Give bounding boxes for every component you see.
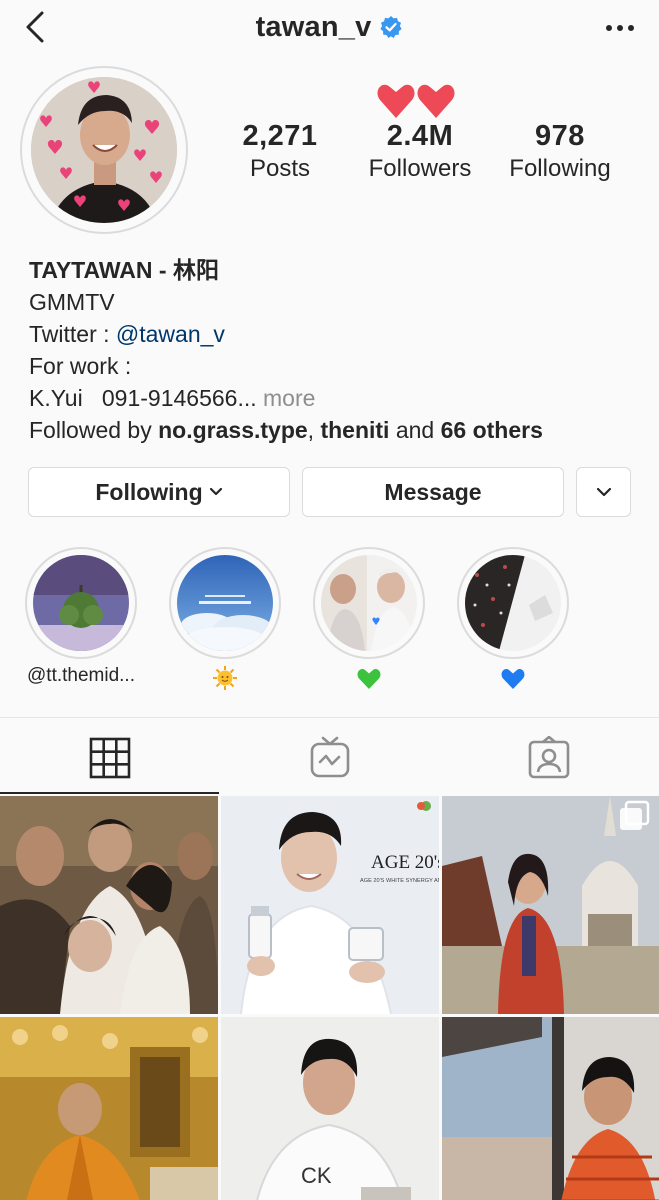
highlight-cover xyxy=(321,555,417,651)
svg-text:AGE 20's: AGE 20's xyxy=(371,852,439,873)
story-highlight[interactable] xyxy=(169,547,281,690)
green-heart-emoji xyxy=(357,669,381,689)
following-stat[interactable]: 978 Following xyxy=(490,120,630,183)
following-label: Following xyxy=(509,155,611,182)
post-thumbnail[interactable] xyxy=(442,1017,659,1200)
story-highlight[interactable] xyxy=(313,547,425,689)
tabs-divider xyxy=(0,717,659,718)
message-button-label: Message xyxy=(384,478,482,505)
igtv-icon[interactable] xyxy=(308,736,352,780)
verified-badge-icon xyxy=(380,16,403,39)
bio-line-4-text: K.Yui 091-9146566... xyxy=(29,385,257,411)
highlight-label: @tt.themid... xyxy=(27,665,135,686)
twitter-mention-link[interactable]: @tawan_v xyxy=(116,321,225,347)
bio-line-1: GMMTV xyxy=(29,289,115,315)
tagged-icon[interactable] xyxy=(527,736,571,780)
post-shirt-text: CK xyxy=(301,1163,332,1188)
sun-face-emoji xyxy=(213,666,237,690)
blue-heart-emoji xyxy=(501,669,525,689)
bio-more-link[interactable]: more xyxy=(257,385,315,411)
highlight-ring xyxy=(313,547,425,659)
post-thumbnail[interactable] xyxy=(0,796,218,1014)
post-thumbnail[interactable] xyxy=(0,1017,218,1200)
followers-label: Followers xyxy=(368,155,472,182)
followed-user-2[interactable]: theniti xyxy=(320,417,389,443)
suggested-accounts-button[interactable] xyxy=(576,467,631,517)
highlight-ring xyxy=(25,547,137,659)
highlight-ring xyxy=(169,547,281,659)
followers-count: 2.4M xyxy=(386,120,454,152)
posts-count: 2,271 xyxy=(242,120,318,152)
hearts-sticker-icon xyxy=(377,84,455,118)
following-button[interactable]: Following xyxy=(28,467,290,517)
bio-line-3: For work : xyxy=(29,353,132,379)
followed-by-line[interactable]: Followed by no.grass.type, theniti and 6… xyxy=(29,414,649,446)
avatar[interactable] xyxy=(31,77,177,223)
highlight-label xyxy=(149,665,301,697)
story-highlight[interactable]: @tt.themid... xyxy=(25,547,137,686)
highlight-label xyxy=(437,665,589,697)
posts-label: Posts xyxy=(249,155,311,182)
username-text: tawan_v xyxy=(255,10,372,43)
post-thumbnail[interactable]: CK xyxy=(221,1017,439,1200)
followed-user-1[interactable]: no.grass.type xyxy=(158,417,308,443)
followed-prefix: Followed by xyxy=(29,417,159,443)
highlight-cover xyxy=(33,555,129,651)
avatar-photo xyxy=(31,77,177,223)
twitter-prefix: Twitter : xyxy=(29,321,116,347)
story-highlight[interactable] xyxy=(457,547,569,689)
highlight-label xyxy=(293,665,445,697)
message-button[interactable]: Message xyxy=(302,467,564,517)
profile-bio: TAYTAWAN - 林阳 GMMTV Twitter : @tawan_v F… xyxy=(29,254,649,446)
post-thumbnail[interactable]: AGE 20's AGE 20'S WHITE SYNERGY AMPOULE xyxy=(221,796,439,1014)
followed-sep: , xyxy=(307,417,321,443)
profile-username: tawan_v xyxy=(0,10,659,44)
chevron-down-icon xyxy=(209,487,222,496)
followed-and: and xyxy=(389,417,441,443)
ellipsis-icon[interactable] xyxy=(603,16,637,40)
display-name: TAYTAWAN - 林阳 xyxy=(29,257,219,283)
post-thumbnail[interactable] xyxy=(442,796,659,1014)
followers-stat[interactable]: 2.4M Followers xyxy=(350,120,490,183)
highlight-cover xyxy=(465,555,561,651)
chevron-down-icon xyxy=(596,487,611,497)
active-tab-indicator xyxy=(0,792,219,794)
svg-text:AGE 20'S WHITE SYNERGY AMPOULE: AGE 20'S WHITE SYNERGY AMPOULE xyxy=(360,878,439,884)
highlight-ring xyxy=(457,547,569,659)
followed-others[interactable]: 66 others xyxy=(441,417,543,443)
following-button-label: Following xyxy=(95,478,203,505)
bio-line-twitter: Twitter : @tawan_v xyxy=(29,318,649,350)
grid-icon[interactable] xyxy=(88,736,132,780)
profile-header: tawan_v xyxy=(0,0,659,56)
highlight-cover xyxy=(177,555,273,651)
posts-stat[interactable]: 2,271 Posts xyxy=(210,120,350,183)
following-count: 978 xyxy=(535,120,585,152)
bio-line-4: K.Yui 091-9146566... more xyxy=(29,382,649,414)
